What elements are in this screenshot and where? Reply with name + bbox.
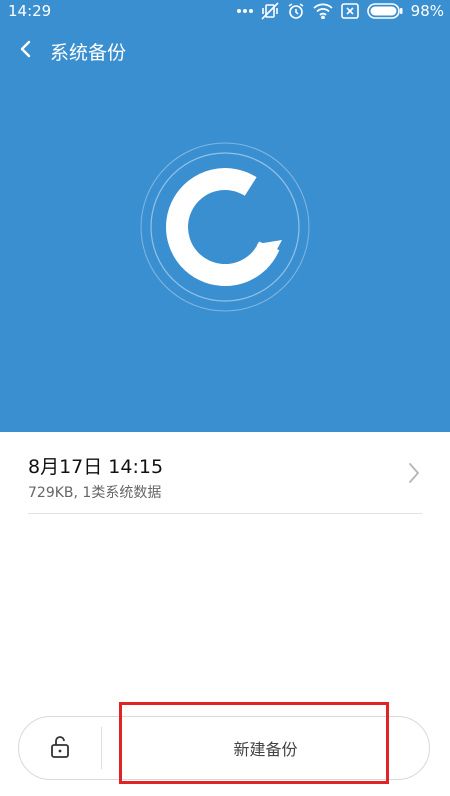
chevron-left-icon (20, 40, 31, 58)
battery-icon (366, 3, 403, 19)
list-divider (28, 513, 422, 514)
chevron-right-icon (408, 462, 420, 488)
hero-banner: 14:29 98% 系统备份 (0, 0, 450, 432)
backup-logo-icon (140, 142, 310, 312)
vibrate-off-icon (261, 2, 279, 20)
sim-x-icon (340, 3, 359, 19)
wifi-icon (313, 3, 333, 19)
title-bar: 系统备份 (0, 30, 450, 70)
backup-record-details: 729KB, 1类系统数据 (28, 485, 162, 501)
page-title: 系统备份 (50, 42, 127, 64)
unlock-icon (51, 736, 69, 758)
bottom-action-bar: 新建备份 (18, 716, 430, 780)
new-backup-button[interactable]: 新建备份 (102, 717, 429, 779)
back-button[interactable] (14, 36, 40, 62)
more-dots-icon (236, 8, 253, 14)
lock-button[interactable] (19, 717, 101, 779)
alarm-icon (287, 2, 305, 20)
backup-record-date: 8月17日 14:15 (28, 456, 164, 478)
status-bar: 14:29 98% (0, 0, 450, 24)
status-time: 14:29 (8, 2, 52, 20)
backup-record-row[interactable]: 8月17日 14:15 729KB, 1类系统数据 (0, 432, 450, 514)
battery-percent: 98% (410, 2, 444, 20)
status-icons: 98% (236, 2, 444, 20)
